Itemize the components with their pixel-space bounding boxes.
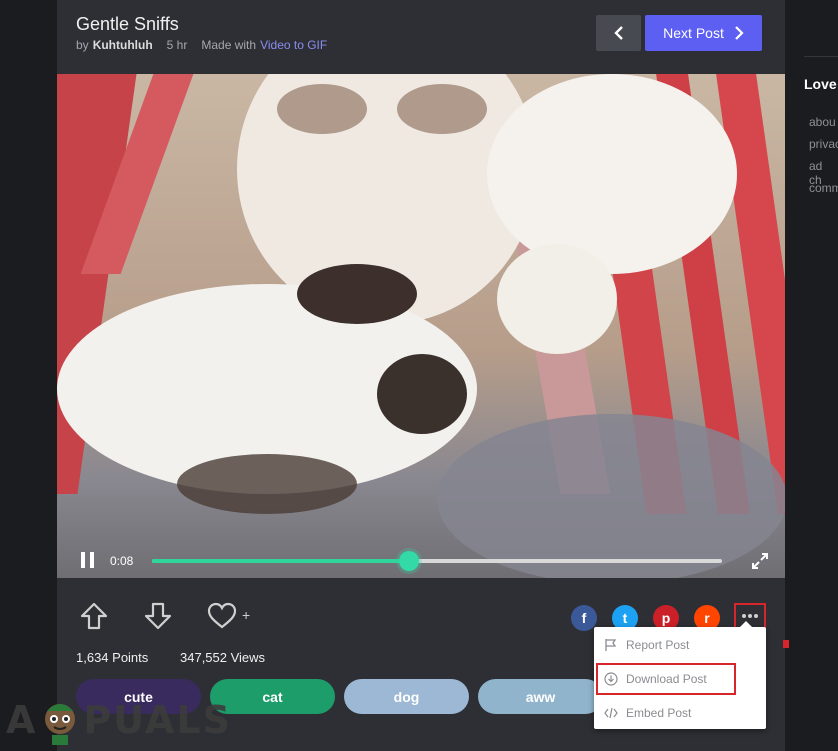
next-post-label: Next Post [663, 25, 724, 41]
menu-item-label: Report Post [626, 638, 690, 652]
author-link[interactable]: Kuhtuhluh [93, 38, 153, 52]
progress-track[interactable] [152, 551, 722, 571]
chevron-right-icon [735, 26, 744, 40]
tag-2[interactable]: dog [344, 679, 469, 714]
progress-fill [152, 559, 409, 563]
highlight-marker [783, 640, 789, 648]
by-label: by [76, 38, 89, 52]
downvote-icon[interactable] [143, 601, 173, 631]
upvote-icon[interactable] [79, 601, 109, 631]
post-header: Gentle Sniffs by Kuhtuhluh 5 hr Made with Vi… [57, 0, 785, 74]
post-meta: by Kuhtuhluh 5 hr Made with Video to GIF [76, 38, 327, 52]
facebook-icon[interactable]: f [571, 605, 597, 631]
watermark-text-left: A [6, 698, 38, 742]
made-with-label: Made with [201, 38, 257, 52]
next-post-button[interactable]: Next Post [645, 15, 762, 51]
code-icon [604, 707, 618, 719]
post-title: Gentle Sniffs [76, 14, 179, 34]
post-time: 5 hr [166, 38, 188, 52]
favorite-plus[interactable]: + [242, 607, 250, 623]
video-player[interactable]: 0:08 [57, 74, 785, 578]
more-dot [748, 614, 752, 618]
watermark-text-right: PUALS [83, 698, 232, 742]
download-highlight-box [596, 663, 736, 695]
menu-item-label: Embed Post [626, 706, 692, 720]
points-count: 1,634 Points [76, 650, 149, 665]
more-dot [754, 614, 758, 618]
appuals-watermark: A PUALS [6, 694, 232, 746]
pause-icon[interactable] [81, 552, 95, 568]
page: Gentle Sniffs by Kuhtuhluh 5 hr Made with Vi… [0, 0, 838, 751]
menu-item-embed-post[interactable]: Embed Post [594, 699, 766, 727]
flag-icon [605, 639, 617, 651]
sidebar-divider [804, 56, 838, 57]
views-count: 347,552 Views [180, 650, 266, 665]
fullscreen-icon[interactable] [751, 552, 769, 570]
sidebar-line[interactable]: abou [809, 115, 836, 129]
playback-time: 0:08 [110, 554, 134, 568]
sidebar-line[interactable]: privac [809, 137, 838, 151]
menu-item-report-post[interactable]: Report Post [594, 631, 766, 659]
mascot-icon [45, 704, 76, 745]
sidebar-title: Love [804, 76, 837, 92]
video-to-gif-link[interactable]: Video to GIF [260, 38, 327, 52]
progress-knob[interactable] [398, 551, 419, 571]
sidebar-line[interactable]: comm [809, 181, 838, 195]
previous-post-button[interactable] [596, 15, 641, 51]
post-options-menu: Report Post Download Post Embed Post [594, 621, 766, 729]
chevron-left-icon [613, 26, 623, 40]
heart-icon[interactable] [207, 602, 237, 630]
more-dot [742, 614, 746, 618]
tag-3[interactable]: aww [478, 679, 603, 714]
